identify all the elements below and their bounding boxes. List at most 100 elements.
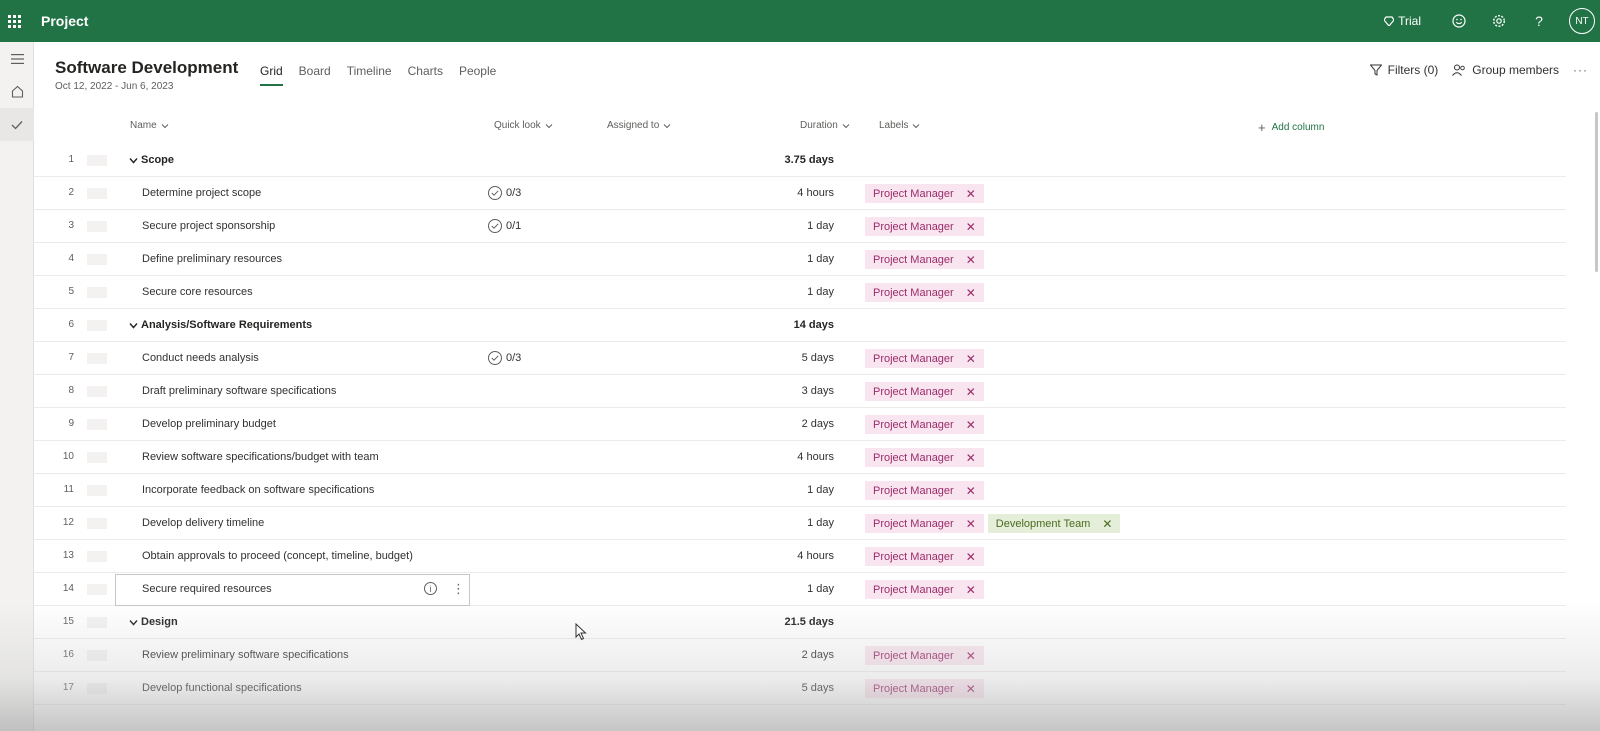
quick-look-checklist[interactable]: 0/3 bbox=[488, 186, 521, 200]
more-options-icon[interactable]: ··· bbox=[1573, 63, 1588, 77]
app-launcher-icon[interactable] bbox=[0, 0, 28, 42]
app-title[interactable]: Project bbox=[41, 13, 88, 29]
summary-task-row[interactable]: 1 Scope 3.75 days bbox=[34, 144, 1566, 177]
tab-charts[interactable]: Charts bbox=[408, 64, 443, 86]
feedback-smiley-icon[interactable] bbox=[1451, 13, 1467, 29]
task-row[interactable]: 14 Secure required resources i ⋮ 1 day Projec… bbox=[34, 573, 1566, 606]
task-more-options-icon[interactable]: ⋮ bbox=[452, 581, 465, 597]
label-tag[interactable]: Project Manager ✕ bbox=[865, 217, 984, 236]
tab-timeline[interactable]: Timeline bbox=[347, 64, 392, 86]
row-select-handle[interactable] bbox=[87, 188, 107, 199]
remove-label-icon[interactable]: ✕ bbox=[966, 451, 976, 465]
row-select-handle[interactable] bbox=[87, 452, 107, 463]
task-row[interactable]: 17 Develop functional specifications 5 day… bbox=[34, 672, 1566, 705]
project-title[interactable]: Software Development bbox=[55, 58, 238, 78]
task-duration[interactable]: 4 hours bbox=[797, 550, 834, 562]
task-duration[interactable]: 2 days bbox=[802, 649, 834, 661]
task-duration[interactable]: 4 hours bbox=[797, 451, 834, 463]
tab-board[interactable]: Board bbox=[299, 64, 331, 86]
task-duration[interactable]: 5 days bbox=[802, 352, 834, 364]
row-select-handle[interactable] bbox=[87, 386, 107, 397]
task-duration[interactable]: 1 day bbox=[807, 517, 834, 529]
task-row[interactable]: 13 Obtain approvals to proceed (concept, … bbox=[34, 540, 1566, 573]
row-select-handle[interactable] bbox=[87, 584, 107, 595]
row-select-handle[interactable] bbox=[87, 683, 107, 694]
row-select-handle[interactable] bbox=[87, 617, 107, 628]
task-row[interactable]: 4 Define preliminary resources 1 day Projec… bbox=[34, 243, 1566, 276]
row-select-handle[interactable] bbox=[87, 254, 107, 265]
remove-label-icon[interactable]: ✕ bbox=[966, 187, 976, 201]
task-duration[interactable]: 3.75 days bbox=[784, 154, 834, 166]
summary-task-row[interactable]: 6 Analysis/Software Requirements 14 days bbox=[34, 309, 1566, 342]
row-select-handle[interactable] bbox=[87, 419, 107, 430]
quick-look-checklist[interactable]: 0/1 bbox=[488, 219, 521, 233]
label-tag[interactable]: Project Manager ✕ bbox=[865, 580, 984, 599]
task-duration[interactable]: 3 days bbox=[802, 385, 834, 397]
hamburger-menu-icon[interactable] bbox=[0, 42, 34, 75]
task-duration[interactable]: 2 days bbox=[802, 418, 834, 430]
task-row[interactable]: 8 Draft preliminary software specificatio… bbox=[34, 375, 1566, 408]
row-select-handle[interactable] bbox=[87, 221, 107, 232]
row-select-handle[interactable] bbox=[87, 485, 107, 496]
remove-label-icon[interactable]: ✕ bbox=[966, 517, 976, 531]
label-tag[interactable]: Project Manager ✕ bbox=[865, 415, 984, 434]
column-header-name[interactable]: Name bbox=[130, 120, 169, 131]
vertical-scrollbar[interactable] bbox=[1592, 112, 1600, 282]
task-name[interactable]: Review preliminary software specificatio… bbox=[142, 649, 349, 661]
row-select-handle[interactable] bbox=[87, 155, 107, 166]
collapse-chevron-icon[interactable] bbox=[129, 321, 138, 330]
label-tag[interactable]: Project Manager ✕ bbox=[865, 250, 984, 269]
label-tag[interactable]: Project Manager ✕ bbox=[865, 547, 984, 566]
task-name[interactable]: Incorporate feedback on software specifi… bbox=[142, 484, 374, 496]
collapse-chevron-icon[interactable] bbox=[129, 618, 138, 627]
label-tag[interactable]: Project Manager ✕ bbox=[865, 481, 984, 500]
tab-people[interactable]: People bbox=[459, 64, 496, 86]
label-tag[interactable]: Project Manager ✕ bbox=[865, 382, 984, 401]
label-tag[interactable]: Project Manager ✕ bbox=[865, 514, 984, 533]
row-select-handle[interactable] bbox=[87, 650, 107, 661]
task-row[interactable]: 7 Conduct needs analysis 0/3 5 days Project … bbox=[34, 342, 1566, 375]
column-header-assigned-to[interactable]: Assigned to bbox=[607, 120, 671, 131]
task-row[interactable]: 12 Develop delivery timeline 1 day Project … bbox=[34, 507, 1566, 540]
column-header-duration[interactable]: Duration bbox=[800, 120, 850, 131]
column-header-quick-look[interactable]: Quick look bbox=[494, 120, 553, 131]
task-duration[interactable]: 1 day bbox=[807, 220, 834, 232]
task-info-icon[interactable]: i bbox=[424, 582, 437, 595]
label-tag[interactable]: Development Team ✕ bbox=[987, 514, 1121, 533]
remove-label-icon[interactable]: ✕ bbox=[966, 418, 976, 432]
task-row[interactable]: 2 Determine project scope 0/3 4 hours Projec… bbox=[34, 177, 1566, 210]
row-select-handle[interactable] bbox=[87, 353, 107, 364]
task-name[interactable]: Develop functional specifications bbox=[142, 682, 302, 694]
remove-label-icon[interactable]: ✕ bbox=[1102, 517, 1112, 531]
filters-button[interactable]: Filters (0) bbox=[1369, 63, 1438, 77]
remove-label-icon[interactable]: ✕ bbox=[966, 649, 976, 663]
task-row[interactable]: 5 Secure core resources 1 day Project Manag… bbox=[34, 276, 1566, 309]
remove-label-icon[interactable]: ✕ bbox=[966, 550, 976, 564]
task-name[interactable]: Secure core resources bbox=[142, 286, 253, 298]
task-name[interactable]: Develop preliminary budget bbox=[142, 418, 276, 430]
task-duration[interactable]: 21.5 days bbox=[784, 616, 834, 628]
label-tag[interactable]: Project Manager ✕ bbox=[865, 646, 984, 665]
label-tag[interactable]: Project Manager ✕ bbox=[865, 184, 984, 203]
trial-button[interactable]: Trial bbox=[1384, 14, 1421, 28]
task-duration[interactable]: 5 days bbox=[802, 682, 834, 694]
task-name[interactable]: Develop delivery timeline bbox=[142, 517, 264, 529]
task-row[interactable]: 10 Review software specifications/budget … bbox=[34, 441, 1566, 474]
task-name[interactable]: Define preliminary resources bbox=[142, 253, 282, 265]
task-duration[interactable]: 1 day bbox=[807, 484, 834, 496]
settings-gear-icon[interactable] bbox=[1491, 13, 1507, 29]
quick-look-checklist[interactable]: 0/3 bbox=[488, 351, 521, 365]
column-header-labels[interactable]: Labels bbox=[879, 120, 920, 131]
task-duration[interactable]: 4 hours bbox=[797, 187, 834, 199]
remove-label-icon[interactable]: ✕ bbox=[966, 484, 976, 498]
task-duration[interactable]: 1 day bbox=[807, 286, 834, 298]
task-duration[interactable]: 1 day bbox=[807, 253, 834, 265]
task-row[interactable]: 9 Develop preliminary budget 2 days Project… bbox=[34, 408, 1566, 441]
row-select-handle[interactable] bbox=[87, 518, 107, 529]
remove-label-icon[interactable]: ✕ bbox=[966, 682, 976, 696]
task-name[interactable]: Obtain approvals to proceed (concept, ti… bbox=[142, 550, 413, 562]
task-duration[interactable]: 1 day bbox=[807, 583, 834, 595]
label-tag[interactable]: Project Manager ✕ bbox=[865, 448, 984, 467]
summary-task-name[interactable]: Scope bbox=[129, 154, 174, 166]
label-tag[interactable]: Project Manager ✕ bbox=[865, 283, 984, 302]
